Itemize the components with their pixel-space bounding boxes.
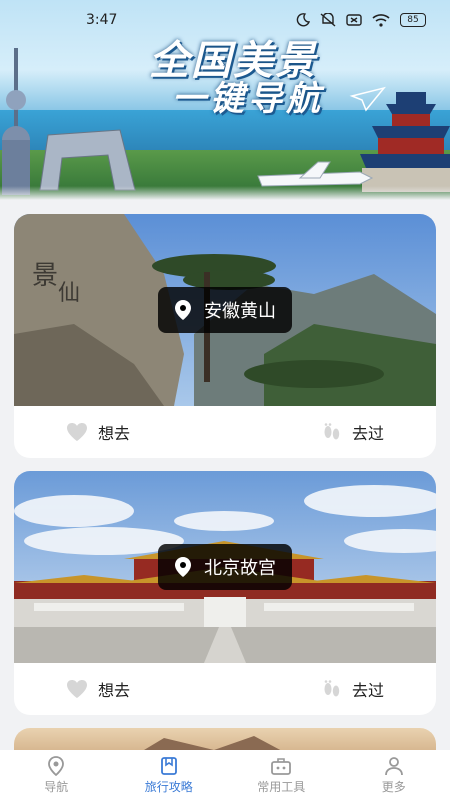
location-badge[interactable]: 安徽黄山 [158,287,292,333]
nav-item-navigation[interactable]: 导航 [6,755,106,795]
user-icon [384,756,403,775]
location-name: 北京故宫 [204,558,276,579]
destination-card-huangshan[interactable]: 景 仙 安徽黄山 想去 去过 [14,214,436,458]
hero-title: 全国美景 一键导航 [118,40,348,118]
visited-button[interactable]: 去过 [322,677,384,701]
hero-title-line2: 一键导航 [172,79,324,119]
hero-title-line1: 全国美景 [149,38,317,84]
svg-text:景: 景 [32,261,58,291]
footprint-icon [324,423,340,440]
nav-label: 旅行攻略 [144,779,193,794]
wifi-icon [372,14,390,27]
status-icons: 85 [296,13,426,27]
bottom-nav: 导航 旅行攻略 常用工具 更多 [0,750,450,800]
location-pin-icon [175,557,191,577]
toolbox-icon [271,757,292,775]
want-to-go-label: 想去 [98,681,131,700]
nav-label: 常用工具 [257,779,306,794]
nav-item-more[interactable]: 更多 [344,756,444,795]
location-badge[interactable]: 北京故宫 [158,544,292,590]
hero-fade [0,186,450,200]
bookmark-icon [160,756,177,775]
status-bar: 3:47 85 [0,0,450,40]
location-pin-icon [48,755,65,776]
nav-item-tools[interactable]: 常用工具 [231,756,331,795]
heart-icon [67,680,87,698]
svg-text:仙: 仙 [58,281,80,306]
location-pin-icon [175,300,191,320]
sim-off-icon [346,14,362,26]
moon-icon [296,13,310,27]
status-time: 3:47 [86,12,118,28]
want-to-go-label: 想去 [98,424,131,443]
heart-icon [67,423,87,441]
nav-item-travel-guide[interactable]: 旅行攻略 [119,756,219,795]
visited-button[interactable]: 去过 [322,420,384,444]
card-actions: 想去 去过 [14,406,436,458]
nav-label: 更多 [381,779,406,794]
nav-label: 导航 [44,779,69,794]
card-actions: 想去 去过 [14,663,436,715]
mute-icon [320,13,336,27]
want-to-go-button[interactable]: 想去 [66,420,130,444]
location-name: 安徽黄山 [204,301,276,322]
want-to-go-button[interactable]: 想去 [66,677,130,701]
card-image[interactable]: 景 仙 安徽黄山 [14,214,436,406]
battery-icon: 85 [400,13,426,27]
destination-card-gugong[interactable]: 北京故宫 想去 去过 [14,471,436,715]
card-image[interactable]: 北京故宫 [14,471,436,663]
visited-label: 去过 [351,681,384,700]
footprint-icon [324,680,340,697]
visited-label: 去过 [351,424,384,443]
